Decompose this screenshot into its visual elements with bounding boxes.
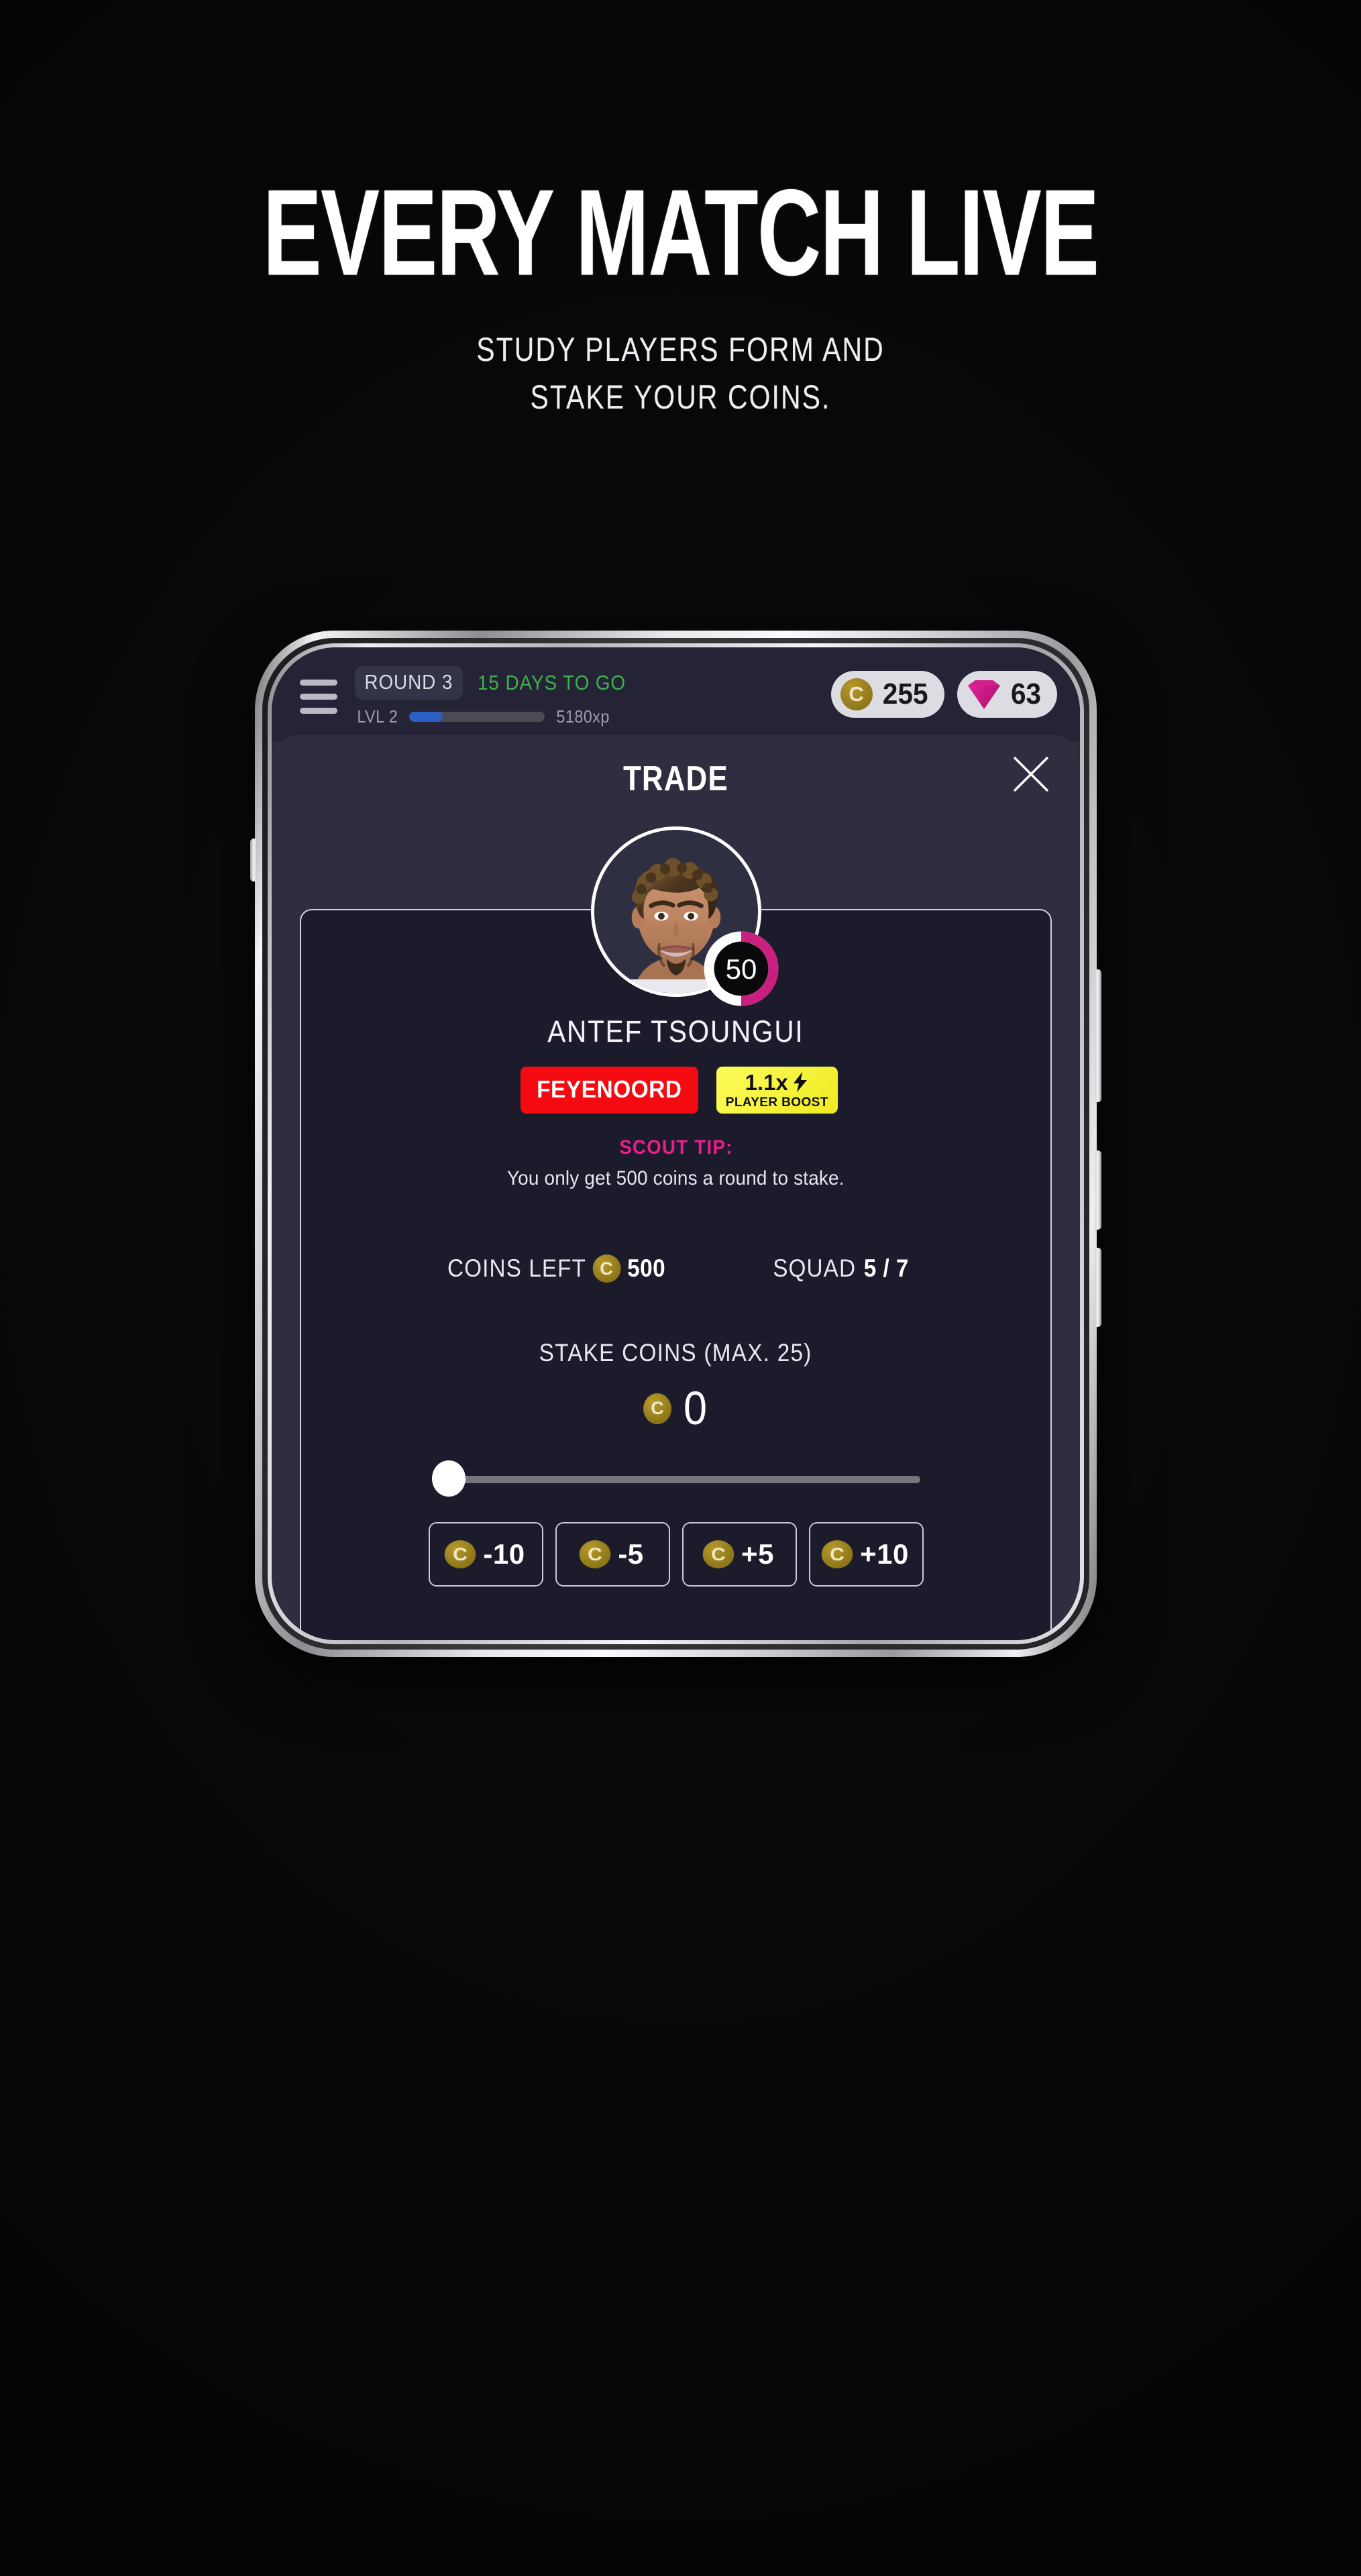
- gems-value: 63: [1011, 678, 1042, 710]
- stake-minus-10-button[interactable]: C -10: [428, 1522, 543, 1587]
- player-rating-value: 50: [725, 953, 757, 985]
- xp-progress-fill: [409, 711, 443, 722]
- top-bar-currency-group: C 255 63: [830, 671, 1057, 718]
- player-trade-card: 50 ANTEF TSOUNGUI FEYENOORD 1.1x PLAYER …: [300, 826, 1052, 1640]
- phone-power-button[interactable]: [1095, 969, 1101, 1102]
- player-name: ANTEF TSOUNGUI: [547, 1014, 804, 1049]
- phone-mockup: ROUND 3 15 DAYS TO GO LVL 2 5180xp C 255…: [250, 631, 1101, 1657]
- coin-icon: C: [580, 1540, 611, 1568]
- level-label: LVL 2: [357, 706, 398, 727]
- coins-left-label: COINS LEFT: [447, 1254, 587, 1282]
- stake-slider[interactable]: [431, 1460, 920, 1498]
- days-to-go-label: 15 DAYS TO GO: [477, 670, 626, 694]
- round-badge: ROUND 3: [355, 665, 463, 700]
- app-screen: ROUND 3 15 DAYS TO GO LVL 2 5180xp C 255…: [272, 647, 1080, 1640]
- coin-icon: C: [643, 1393, 672, 1424]
- app-top-bar: ROUND 3 15 DAYS TO GO LVL 2 5180xp C 255…: [272, 647, 1080, 741]
- coin-icon: C: [592, 1254, 621, 1283]
- stepper-label: +5: [741, 1538, 774, 1570]
- stepper-label: -10: [483, 1538, 525, 1570]
- close-icon[interactable]: [1010, 753, 1052, 795]
- stepper-label: +10: [860, 1538, 909, 1570]
- slider-track[interactable]: [431, 1476, 920, 1483]
- boost-label: PLAYER BOOST: [725, 1095, 828, 1110]
- trade-modal: TRADE 50 ANTEF TSOUNGUI FEYENOORD 1.1x P…: [272, 735, 1080, 1640]
- squad-label: SQUAD: [772, 1254, 856, 1282]
- xp-label: 5180xp: [555, 706, 610, 727]
- stake-coins-value: 0: [683, 1382, 708, 1434]
- boost-multiplier-row: 1.1x: [745, 1071, 809, 1093]
- stake-plus-5-button[interactable]: C +5: [682, 1522, 797, 1587]
- coins-left-value: 500: [627, 1254, 666, 1282]
- player-boost-badge: 1.1x PLAYER BOOST: [716, 1067, 838, 1114]
- coins-chip[interactable]: C 255: [830, 671, 945, 718]
- gem-icon: [968, 680, 1001, 709]
- stake-coins-value-row: C 0: [643, 1382, 708, 1434]
- coin-icon: C: [702, 1540, 734, 1568]
- scout-tip-text: You only get 500 coins a round to stake.: [507, 1167, 845, 1189]
- coin-icon: C: [445, 1540, 476, 1568]
- player-avatar: 50: [590, 826, 778, 1006]
- scout-tip-label: SCOUT TIP:: [618, 1136, 733, 1159]
- squad-value: 5 / 7: [863, 1254, 909, 1282]
- stake-coins-label: STAKE COINS (MAX. 25): [539, 1339, 813, 1366]
- player-badges: FEYENOORD 1.1x PLAYER BOOST: [514, 1067, 838, 1114]
- coins-value: 255: [882, 678, 928, 710]
- phone-screen: ROUND 3 15 DAYS TO GO LVL 2 5180xp C 255…: [272, 647, 1080, 1640]
- hero-subtitle: STUDY PLAYERS FORM AND STAKE YOUR COINS.: [123, 268, 1239, 421]
- level-row: LVL 2 5180xp: [355, 706, 831, 727]
- phone-volume-up-button[interactable]: [1095, 1150, 1101, 1230]
- stake-minus-5-button[interactable]: C -5: [555, 1522, 670, 1587]
- stake-plus-10-button[interactable]: C +10: [808, 1522, 924, 1587]
- xp-progress-bar: [409, 711, 545, 722]
- top-bar-progress-group: ROUND 3 15 DAYS TO GO LVL 2 5180xp: [337, 665, 831, 727]
- modal-title: TRADE: [623, 759, 728, 798]
- stake-stepper-group: C -10 C -5 C +5 C +10: [428, 1522, 924, 1587]
- phone-volume-down-button[interactable]: [1095, 1248, 1101, 1327]
- stepper-label: -5: [618, 1538, 644, 1570]
- modal-header: TRADE: [272, 735, 1080, 827]
- squad-stat: SQUAD 5 / 7: [773, 1254, 909, 1283]
- hero-subtitle-line-1: STUDY PLAYERS FORM AND: [476, 331, 885, 368]
- hero-section: EVERY MATCH LIVE STUDY PLAYERS FORM AND …: [0, 0, 1361, 421]
- phone-mute-switch[interactable]: [250, 839, 256, 881]
- club-badge: FEYENOORD: [521, 1067, 698, 1114]
- round-row: ROUND 3 15 DAYS TO GO: [355, 665, 831, 700]
- coins-left-stat: COINS LEFT C 500: [447, 1254, 665, 1283]
- gems-chip[interactable]: 63: [957, 671, 1057, 718]
- coin-icon: C: [840, 678, 873, 710]
- lightning-bolt-icon: [793, 1072, 807, 1092]
- hamburger-menu-icon[interactable]: [300, 679, 337, 714]
- player-rating-badge: 50: [704, 931, 778, 1006]
- slider-thumb[interactable]: [431, 1460, 466, 1497]
- stats-row: COINS LEFT C 500 SQUAD 5 / 7: [301, 1254, 1050, 1283]
- boost-multiplier: 1.1x: [745, 1069, 788, 1095]
- hero-subtitle-line-2: STAKE YOUR COINS.: [530, 378, 831, 416]
- coin-icon: C: [821, 1540, 853, 1568]
